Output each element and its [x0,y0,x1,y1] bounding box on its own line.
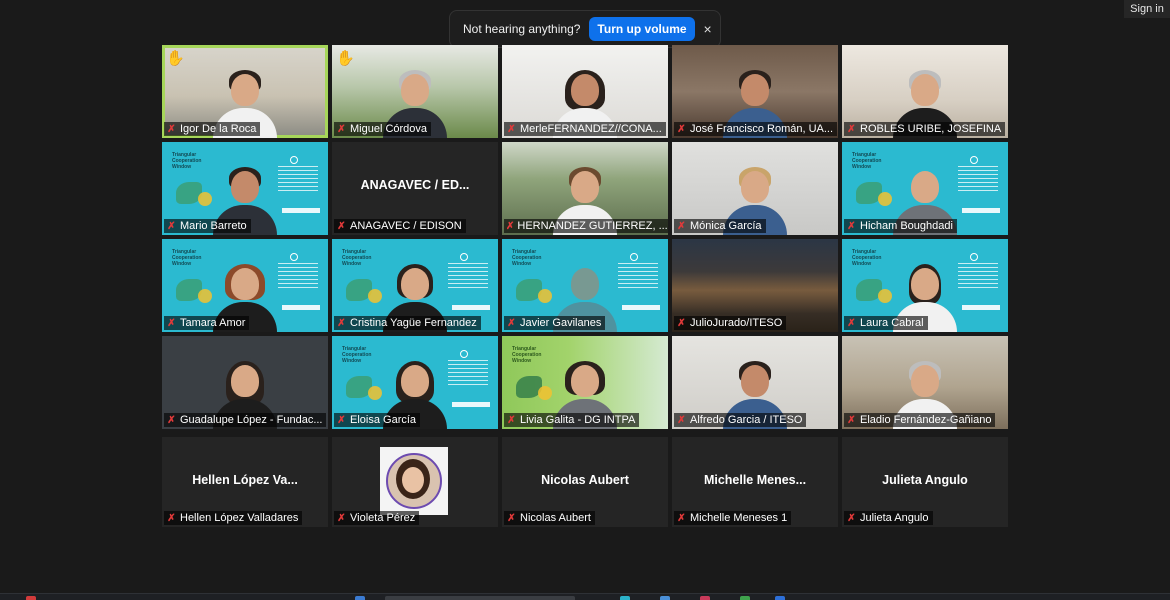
participant-name-label: ✗ Hellen López Valladares [164,511,303,525]
mic-off-icon: ✗ [677,317,686,329]
mic-off-icon: ✗ [847,512,856,524]
taskbar-app-icon[interactable] [660,596,670,600]
profile-picture [380,447,448,515]
participant-name-label: ✗ Michelle Meneses 1 [674,511,792,525]
participant-tile[interactable]: Hellen López Va... ✗ Hellen López Vallada… [162,437,328,527]
participant-name-label: ✗ Hicham Boughdadi [844,219,957,233]
mic-off-icon: ✗ [337,414,346,426]
audio-warning-toast: Not hearing anything? Turn up volume × [449,10,721,48]
mic-off-icon: ✗ [847,317,856,329]
participant-tile[interactable]: ✗ ROBLES URIBE, JOSEFINA [842,45,1008,138]
participant-tile[interactable]: ✋ ✗ Miguel Córdova [332,45,498,138]
participant-tile[interactable]: ANAGAVEC / ED... ✗ ANAGAVEC / EDISON [332,142,498,235]
participant-name-label: ✗ Violeta Pérez [334,511,420,525]
participant-tile[interactable]: Julieta Angulo ✗ Julieta Angulo [842,437,1008,527]
participant-name-label: ✗ Igor De la Roca [164,122,261,136]
participant-display-name: Hellen López Va... [192,473,298,487]
participant-name-label: ✗ Mario Barreto [164,219,251,233]
mic-off-icon: ✗ [167,414,176,426]
participant-tile[interactable]: ✋ ✗ Igor De la Roca [162,45,328,138]
mic-off-icon: ✗ [677,512,686,524]
mic-off-icon: ✗ [847,414,856,426]
participant-gallery: ✋ ✗ Igor De la Roca ✋ ✗ Miguel Córdova ✗ Me… [162,45,1008,527]
mic-off-icon: ✗ [167,123,176,135]
participant-name-label: ✗ José Francisco Román, UA... [674,122,838,136]
participant-name-label: ✗ Mónica García [674,219,766,233]
participant-tile[interactable]: Triangular Cooperation Window ✗ Javier Gavi… [502,239,668,332]
mic-off-icon: ✗ [167,512,176,524]
participant-display-name: ANAGAVEC / ED... [360,178,470,192]
mic-off-icon: ✗ [507,317,516,329]
participant-tile[interactable]: ✗ Mónica García [672,142,838,235]
participant-name-label: ✗ HERNANDEZ GUTIERREZ, ... [504,219,668,233]
mic-off-icon: ✗ [337,317,346,329]
participant-tile[interactable]: Triangular Cooperation Window ✗ Hicham Boug… [842,142,1008,235]
participant-display-name: Nicolas Aubert [541,473,629,487]
participant-tile[interactable]: ✗ JulioJurado/ITESO [672,239,838,332]
taskbar-app-icon[interactable] [740,596,750,600]
participant-name-label: ✗ Nicolas Aubert [504,511,595,525]
mic-off-icon: ✗ [167,220,176,232]
participant-tile[interactable]: Triangular Cooperation Window ✗ Mario Barre… [162,142,328,235]
os-taskbar [0,593,1170,600]
participant-tile[interactable]: Triangular Cooperation Window ✗ Livia Galit… [502,336,668,429]
taskbar-search-box[interactable] [385,596,575,600]
participant-name-label: ✗ Miguel Córdova [334,122,432,136]
participant-name-label: ✗ Eladio Fernández-Gañiano [844,413,996,427]
participant-tile[interactable]: Triangular Cooperation Window ✗ Tamara Amor [162,239,328,332]
participant-tile[interactable]: ✗ MerleFERNANDEZ//CONA... [502,45,668,138]
mic-off-icon: ✗ [337,123,346,135]
close-icon[interactable]: × [704,21,712,37]
mic-off-icon: ✗ [507,123,516,135]
mic-off-icon: ✗ [677,414,686,426]
mic-off-icon: ✗ [847,220,856,232]
participant-name-label: ✗ ROBLES URIBE, JOSEFINA [844,122,1006,136]
participant-tile[interactable]: ✗ HERNANDEZ GUTIERREZ, ... [502,142,668,235]
participant-name-label: ✗ Javier Gavilanes [504,316,606,330]
participant-tile[interactable]: Nicolas Aubert ✗ Nicolas Aubert [502,437,668,527]
mic-off-icon: ✗ [337,512,346,524]
toast-message: Not hearing anything? [463,22,581,36]
participant-name-label: ✗ Tamara Amor [164,316,250,330]
taskbar-app-icon[interactable] [775,596,785,600]
taskbar-app-icon[interactable] [620,596,630,600]
taskbar-app-icon[interactable] [700,596,710,600]
participant-tile[interactable]: Triangular Cooperation Window ✗ Eloisa Garc… [332,336,498,429]
participant-name-label: ✗ Livia Galita - DG INTPA [504,413,640,427]
mic-off-icon: ✗ [507,414,516,426]
sign-in-button[interactable]: Sign in [1124,0,1170,18]
mic-off-icon: ✗ [167,317,176,329]
participant-tile[interactable]: ✗ Alfredo Garcia / ITESO [672,336,838,429]
mic-off-icon: ✗ [677,123,686,135]
raised-hand-icon: ✋ [336,50,355,67]
participant-tile[interactable]: Triangular Cooperation Window ✗ Laura Cabra… [842,239,1008,332]
participant-tile[interactable]: ✗ Violeta Pérez [332,437,498,527]
participant-name-label: ✗ ANAGAVEC / EDISON [334,219,466,233]
participant-name-label: ✗ JulioJurado/ITESO [674,316,787,330]
mic-off-icon: ✗ [847,123,856,135]
participant-name-label: ✗ Laura Cabral [844,316,928,330]
taskbar-app-icon[interactable] [26,596,36,600]
mic-off-icon: ✗ [507,512,516,524]
participant-tile[interactable]: ✗ Eladio Fernández-Gañiano [842,336,1008,429]
participant-display-name: Michelle Menes... [703,473,807,487]
turn-up-volume-button[interactable]: Turn up volume [589,17,695,41]
taskbar-app-icon[interactable] [355,596,365,600]
participant-name-label: ✗ Guadalupe López - Fundac... [164,413,327,427]
participant-name-label: ✗ Alfredo Garcia / ITESO [674,413,807,427]
participant-tile[interactable]: ✗ Guadalupe López - Fundac... [162,336,328,429]
participant-name-label: ✗ Eloisa García [334,413,421,427]
participant-name-label: ✗ Cristina Yagüe Fernandez [334,316,481,330]
raised-hand-icon: ✋ [166,50,185,67]
participant-tile[interactable]: ✗ José Francisco Román, UA... [672,45,838,138]
participant-name-label: ✗ Julieta Angulo [844,511,933,525]
mic-off-icon: ✗ [677,220,686,232]
mic-off-icon: ✗ [337,220,346,232]
participant-tile[interactable]: Michelle Menes... ✗ Michelle Meneses 1 [672,437,838,527]
participant-name-label: ✗ MerleFERNANDEZ//CONA... [504,122,666,136]
mic-off-icon: ✗ [506,220,515,232]
participant-display-name: Julieta Angulo [882,473,968,487]
participant-tile[interactable]: Triangular Cooperation Window ✗ Cristina Ya… [332,239,498,332]
